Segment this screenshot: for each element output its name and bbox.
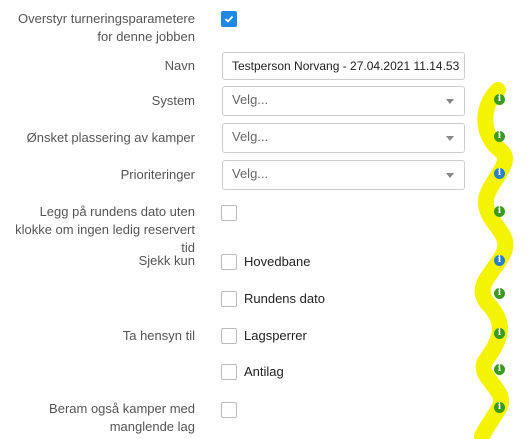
- system-select[interactable]: Velg...: [222, 86, 465, 116]
- info-icon[interactable]: i: [494, 288, 505, 299]
- lagsperrer-checkbox[interactable]: [221, 328, 237, 344]
- ta-hensyn-label: Ta hensyn til: [122, 328, 195, 343]
- system-label: System: [151, 93, 195, 108]
- prioriteringer-select-value: Velg...: [232, 166, 269, 181]
- navn-label: Navn: [164, 58, 195, 73]
- plassering-select-value: Velg...: [232, 129, 269, 144]
- plassering-label: Ønsket plassering av kamper: [26, 130, 195, 145]
- override-checkbox[interactable]: [221, 11, 237, 27]
- beram-label: Beram også kamper med manglende lag: [49, 401, 195, 434]
- hovedbane-checkbox[interactable]: [221, 254, 237, 270]
- prioriteringer-label: Prioriteringer: [120, 167, 195, 182]
- system-select-value: Velg...: [232, 92, 269, 107]
- info-icon[interactable]: i: [494, 328, 505, 339]
- hovedbane-label: Hovedbane: [244, 254, 311, 269]
- antilag-checkbox[interactable]: [221, 364, 237, 380]
- chevron-down-icon: [446, 173, 454, 178]
- info-icon[interactable]: i: [494, 168, 505, 179]
- legg-paa-label: Legg på rundens dato uten klokke om inge…: [15, 204, 195, 255]
- beram-checkbox[interactable]: [221, 402, 237, 418]
- navn-value: Testperson Norvang - 27.04.2021 11.14.53: [232, 59, 460, 73]
- info-icon[interactable]: i: [494, 131, 505, 142]
- prioriteringer-select[interactable]: Velg...: [222, 160, 465, 190]
- rundens-dato-checkbox[interactable]: [221, 291, 237, 307]
- info-icon[interactable]: i: [494, 206, 505, 217]
- legg-paa-checkbox[interactable]: [221, 205, 237, 221]
- rundens-dato-label: Rundens dato: [244, 291, 325, 306]
- info-icon[interactable]: i: [494, 364, 505, 375]
- info-icon[interactable]: i: [494, 94, 505, 105]
- navn-input[interactable]: Testperson Norvang - 27.04.2021 11.14.53: [222, 52, 465, 80]
- chevron-down-icon: [446, 136, 454, 141]
- plassering-select[interactable]: Velg...: [222, 123, 465, 153]
- lagsperrer-label: Lagsperrer: [244, 328, 307, 343]
- chevron-down-icon: [446, 99, 454, 104]
- override-label: Overstyr turneringsparametere for denne …: [17, 11, 195, 44]
- antilag-label: Antilag: [244, 364, 284, 379]
- sjekk-kun-label: Sjekk kun: [138, 253, 195, 268]
- info-icon[interactable]: i: [494, 255, 505, 266]
- info-icon[interactable]: i: [494, 402, 505, 413]
- checkmark-icon: [224, 15, 234, 23]
